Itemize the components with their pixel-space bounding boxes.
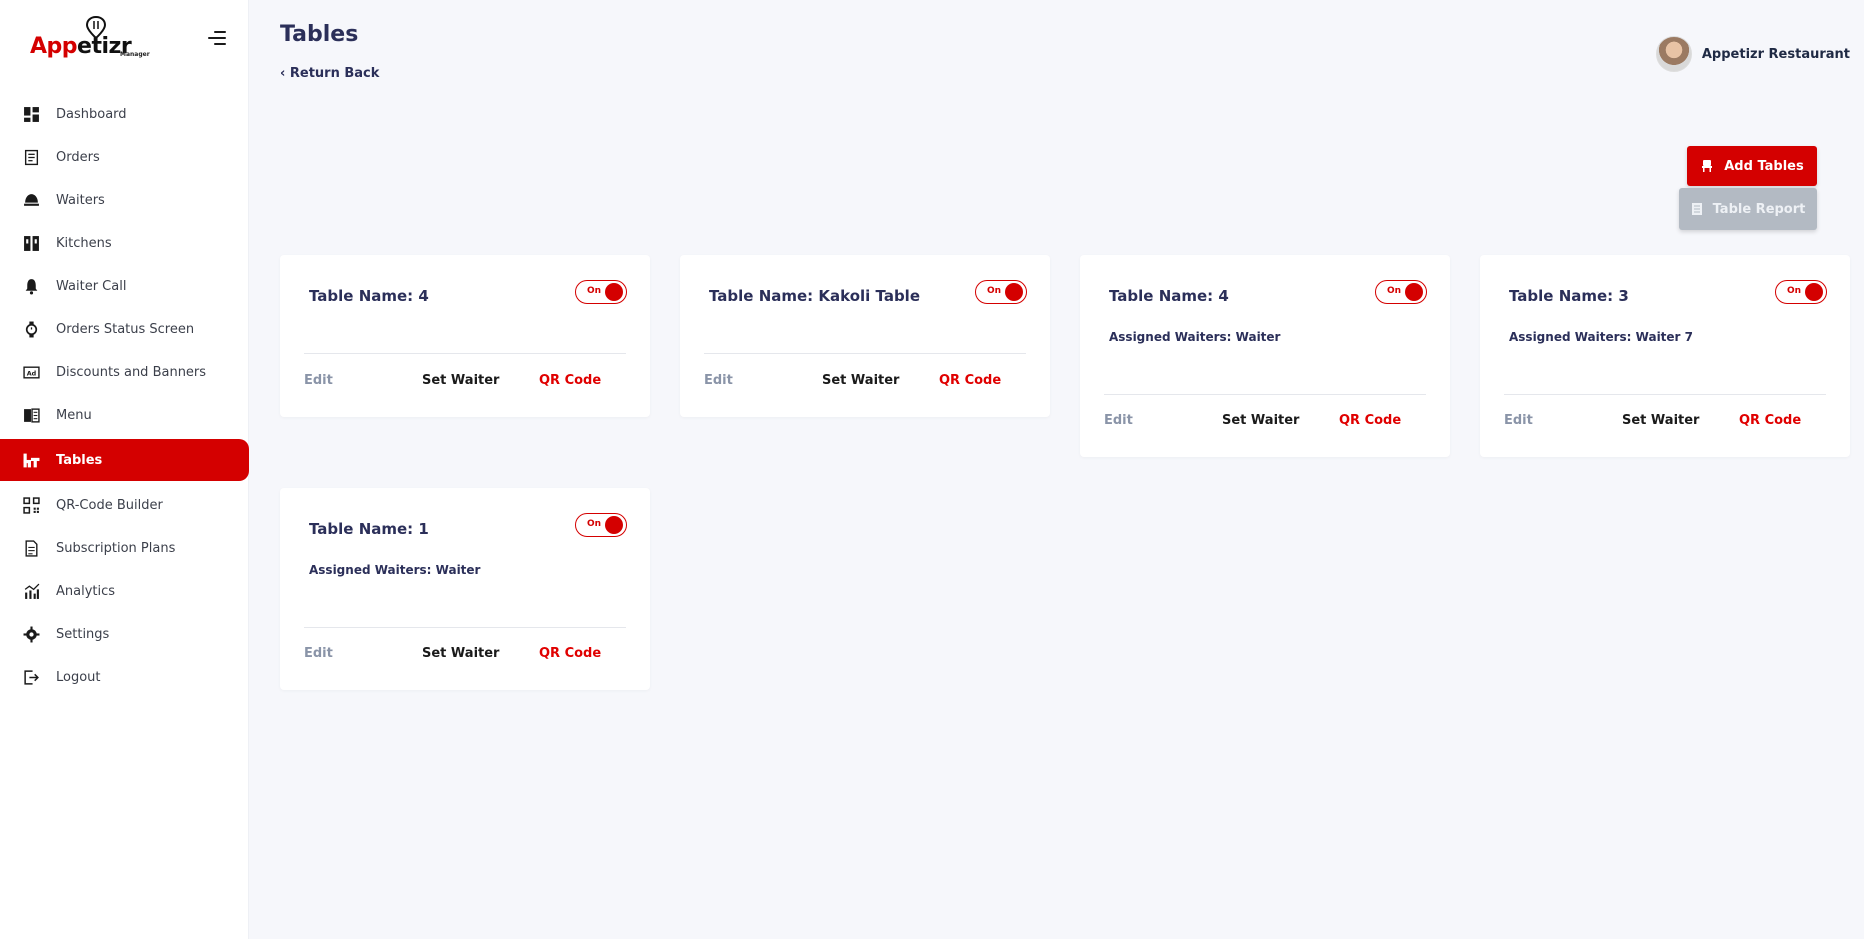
table-name: Table Name: 3	[1509, 287, 1629, 305]
edit-link[interactable]: Edit	[304, 373, 422, 388]
sidebar-item-waiters[interactable]: Waiters	[0, 181, 249, 219]
set-waiter-link[interactable]: Set Waiter	[1622, 413, 1739, 428]
set-waiter-link[interactable]: Set Waiter	[1222, 413, 1339, 428]
sidebar-item-kitchens[interactable]: Kitchens	[0, 224, 249, 262]
sidebar-item-label: Logout	[56, 669, 101, 685]
page-title: Tables	[280, 22, 359, 47]
sidebar-item-label: QR-Code Builder	[56, 497, 163, 513]
sidebar-item-tables[interactable]: Tables	[0, 439, 249, 481]
kitchen-icon	[22, 234, 40, 252]
table-card: Table Name: Kakoli Table On Edit Set Wai…	[680, 255, 1050, 417]
assigned-waiters: Assigned Waiters: Waiter 7	[1509, 330, 1693, 344]
sidebar-item-settings[interactable]: Settings	[0, 615, 249, 653]
sidebar-item-menu[interactable]: Menu	[0, 396, 249, 434]
profile-name: Appetizr Restaurant	[1701, 46, 1850, 62]
assigned-waiters: Assigned Waiters: Waiter	[309, 563, 481, 577]
menu-toggle-icon[interactable]	[206, 31, 226, 47]
avatar[interactable]	[1655, 36, 1692, 72]
brand-subtitle: Manager	[120, 51, 150, 58]
sidebar-item-label: Dashboard	[56, 106, 127, 122]
sidebar-item-orders-status-screen[interactable]: Orders Status Screen	[0, 310, 249, 348]
sidebar-item-label: Analytics	[56, 583, 116, 599]
sidebar-item-waiter-call[interactable]: Waiter Call	[0, 267, 249, 305]
brand-name: Appetizr	[30, 34, 132, 59]
divider	[1104, 394, 1426, 395]
gear-icon	[22, 625, 40, 643]
report-icon	[1691, 202, 1703, 216]
divider	[304, 627, 626, 628]
user-profile[interactable]: Appetizr Restaurant	[1655, 36, 1850, 72]
sidebar-item-analytics[interactable]: Analytics	[0, 572, 249, 610]
assigned-waiters: Assigned Waiters: Waiter	[1109, 330, 1281, 344]
sidebar-item-label: Discounts and Banners	[56, 364, 207, 380]
sidebar-item-label: Subscription Plans	[56, 540, 176, 556]
svg-text:Ad: Ad	[26, 369, 36, 377]
sidebar-nav: Dashboard Orders Waiters Kitchens Waiter…	[0, 95, 249, 701]
logout-icon	[22, 668, 40, 686]
qr-code-link[interactable]: QR Code	[939, 373, 1001, 388]
menu-book-icon	[22, 406, 40, 424]
orders-icon	[22, 148, 40, 166]
qr-code-link[interactable]: QR Code	[1739, 413, 1801, 428]
table-card: Table Name: 3 On Assigned Waiters: Waite…	[1480, 255, 1850, 457]
sidebar-item-label: Tables	[56, 452, 103, 468]
divider	[704, 353, 1026, 354]
qr-code-link[interactable]: QR Code	[539, 646, 601, 661]
status-toggle[interactable]: On	[575, 513, 627, 537]
set-waiter-link[interactable]: Set Waiter	[822, 373, 939, 388]
add-tables-label: Add Tables	[1724, 158, 1804, 174]
table-card: Table Name: 4 On Edit Set Waiter QR Code	[280, 255, 650, 417]
sidebar-item-discounts-and-banners[interactable]: Ad Discounts and Banners	[0, 353, 249, 391]
status-toggle[interactable]: On	[1375, 280, 1427, 304]
add-tables-button[interactable]: Add Tables	[1687, 146, 1817, 186]
sidebar: Appetizr Manager Dashboard Orders Waiter…	[0, 0, 249, 939]
qr-code-link[interactable]: QR Code	[539, 373, 601, 388]
table-name: Table Name: 4	[1109, 287, 1229, 305]
watch-icon	[22, 320, 40, 338]
sidebar-item-logout[interactable]: Logout	[0, 658, 249, 696]
sidebar-item-label: Orders	[56, 149, 100, 165]
edit-link[interactable]: Edit	[1104, 413, 1222, 428]
return-back-link[interactable]: ‹ Return Back	[280, 66, 379, 81]
table-report-button[interactable]: Table Report	[1679, 188, 1817, 230]
status-toggle[interactable]: On	[975, 280, 1027, 304]
document-icon	[22, 539, 40, 557]
set-waiter-link[interactable]: Set Waiter	[422, 373, 539, 388]
waiter-icon	[22, 191, 40, 209]
status-toggle[interactable]: On	[1775, 280, 1827, 304]
sidebar-item-label: Waiter Call	[56, 278, 127, 294]
table-card: Table Name: 4 On Assigned Waiters: Waite…	[1080, 255, 1450, 457]
sidebar-item-label: Menu	[56, 407, 92, 423]
divider	[304, 353, 626, 354]
sidebar-item-label: Orders Status Screen	[56, 321, 195, 337]
table-name: Table Name: 1	[309, 520, 429, 538]
qr-code-link[interactable]: QR Code	[1339, 413, 1401, 428]
dashboard-icon	[22, 105, 40, 123]
ad-icon: Ad	[22, 363, 40, 381]
edit-link[interactable]: Edit	[1504, 413, 1622, 428]
set-waiter-link[interactable]: Set Waiter	[422, 646, 539, 661]
sidebar-item-label: Waiters	[56, 192, 105, 208]
table-icon	[22, 451, 40, 469]
edit-link[interactable]: Edit	[304, 646, 422, 661]
edit-link[interactable]: Edit	[704, 373, 822, 388]
sidebar-item-label: Settings	[56, 626, 110, 642]
sidebar-item-label: Kitchens	[56, 235, 112, 251]
chair-icon	[1700, 159, 1714, 173]
brand-logo[interactable]: Appetizr Manager	[30, 16, 160, 66]
table-name: Table Name: Kakoli Table	[709, 287, 920, 305]
status-toggle[interactable]: On	[575, 280, 627, 304]
table-name: Table Name: 4	[309, 287, 429, 305]
sidebar-item-qr-code-builder[interactable]: QR-Code Builder	[0, 486, 249, 524]
sidebar-item-dashboard[interactable]: Dashboard	[0, 95, 249, 133]
sidebar-item-subscription-plans[interactable]: Subscription Plans	[0, 529, 249, 567]
sidebar-item-orders[interactable]: Orders	[0, 138, 249, 176]
divider	[1504, 394, 1826, 395]
analytics-icon	[22, 582, 40, 600]
table-card: Table Name: 1 On Assigned Waiters: Waite…	[280, 488, 650, 690]
bell-icon	[22, 277, 40, 295]
table-report-label: Table Report	[1712, 201, 1806, 217]
qr-icon	[22, 496, 40, 514]
